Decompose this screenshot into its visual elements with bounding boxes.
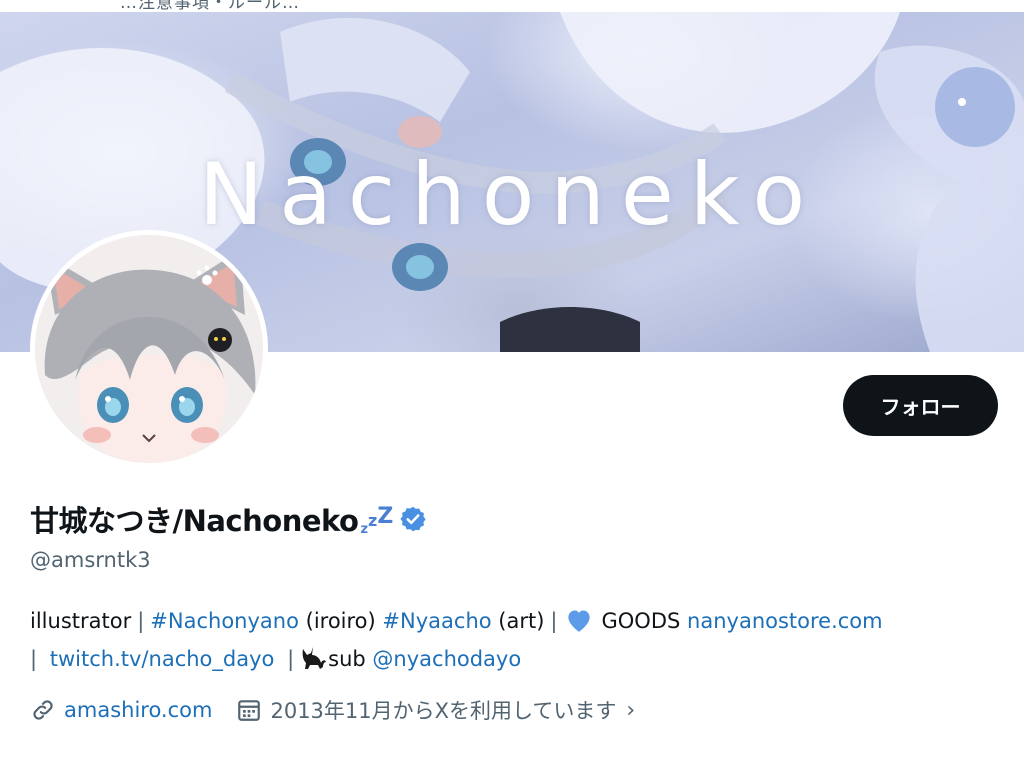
sub-account-link[interactable]: @nyachodayo xyxy=(372,647,521,671)
hashtag-link[interactable]: #Nachonyano xyxy=(150,609,299,633)
top-strip-text: …注意事項・ルール… xyxy=(120,0,300,12)
bio-text: (art) xyxy=(498,609,545,633)
blue-heart-icon xyxy=(567,610,590,632)
bio-line-2: | twitch.tv/nacho_dayo | sub @nyachodayo xyxy=(30,640,1010,678)
display-name: 甘城なつき/Nachoneko xyxy=(30,504,359,538)
website-link[interactable]: amashiro.com xyxy=(64,698,212,722)
chevron-right-icon[interactable]: › xyxy=(626,698,635,723)
profile-name-row: 甘城なつき/Nachoneko zzZ xyxy=(30,498,427,540)
bio-separator: | xyxy=(30,647,38,671)
website-item[interactable]: amashiro.com xyxy=(30,697,212,723)
bio-separator: | xyxy=(550,609,558,633)
black-cat-icon xyxy=(302,647,327,669)
bio-separator: | xyxy=(287,647,295,671)
top-strip: …注意事項・ルール… xyxy=(0,0,1024,12)
bio-text: GOODS xyxy=(601,609,681,633)
profile-handle: @amsrntk3 xyxy=(30,548,151,572)
banner-logo-text: Nachoneko xyxy=(198,145,822,245)
verified-badge-icon[interactable] xyxy=(399,505,427,533)
bio-text: illustrator xyxy=(30,609,132,633)
sleep-zzz-icon: zzZ xyxy=(360,503,394,537)
profile-meta: amashiro.com 2013年11月からXを利用しています › xyxy=(30,695,659,725)
bio-separator: | xyxy=(137,609,145,633)
calendar-icon xyxy=(238,700,261,721)
profile-avatar[interactable] xyxy=(30,230,268,468)
bio-line-1: illustrator | #Nachonyano (iroiro) #Nyaach… xyxy=(30,602,1010,640)
hashtag-link[interactable]: #Nyaacho xyxy=(382,609,491,633)
bio-text: sub xyxy=(328,647,366,671)
store-link[interactable]: nanyanostore.com xyxy=(687,609,883,633)
twitch-link[interactable]: twitch.tv/nacho_dayo xyxy=(50,647,275,671)
bio-text: (iroiro) xyxy=(305,609,376,633)
joined-date: 2013年11月からXを利用しています xyxy=(270,699,617,723)
follow-button[interactable]: フォロー xyxy=(843,375,998,436)
profile-bio: illustrator | #Nachonyano (iroiro) #Nyaach… xyxy=(30,602,1010,678)
joined-item[interactable]: 2013年11月からXを利用しています › xyxy=(236,695,635,725)
avatar-illustration xyxy=(35,235,263,463)
link-icon xyxy=(33,700,53,720)
